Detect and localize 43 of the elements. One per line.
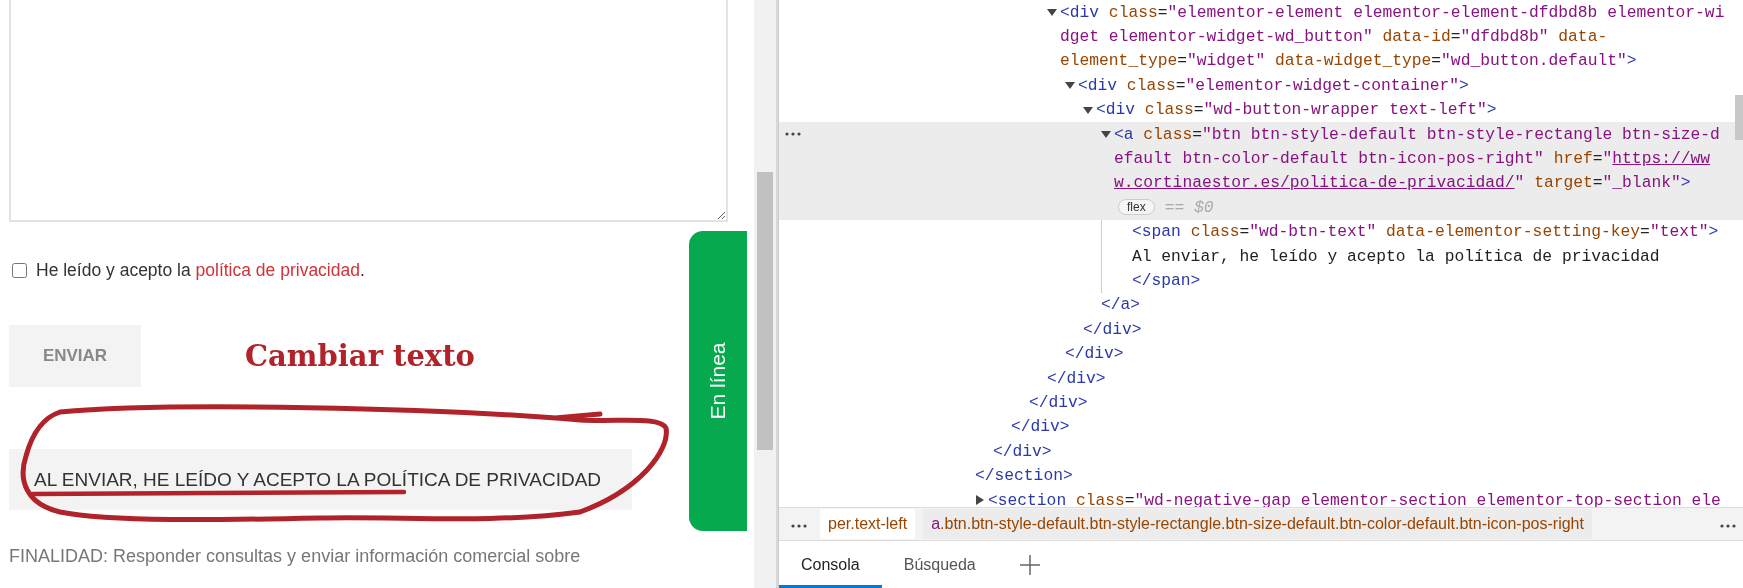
code-line: </div> <box>993 441 1052 461</box>
breadcrumb-item[interactable]: a.btn.btn-style-default.btn-style-rectangle.btn-size-default.btn-color-default.btn-icon-pos-right <box>923 509 1592 539</box>
code-line: dget elementor-widget-wd_button" data-id="dfdbd8b" data- <box>1060 27 1608 47</box>
more-icon[interactable] <box>1719 523 1737 529</box>
scrollbar-thumb[interactable] <box>757 172 773 450</box>
code-line: Al enviar, he leído y acepto la política de privacidad <box>1132 246 1660 266</box>
triangle-down-icon[interactable] <box>1101 129 1111 140</box>
code-line: </a> <box>1101 295 1141 315</box>
purpose-text: FINALIDAD: Responder consultas y enviar información comercial sobre <box>9 546 582 567</box>
consent-text: He leído y acepto la política de privacidad. <box>36 259 365 281</box>
scrollbar-thumb[interactable] <box>1735 95 1743 140</box>
code-line: <a class="btn btn-style-default btn-style-rectangle btn-size-d <box>1114 124 1720 144</box>
code-line: </div> <box>1047 368 1106 388</box>
code-line: <div class="elementor-element elementor-element-dfdbd8b elementor-wi <box>1060 2 1725 22</box>
triangle-down-icon[interactable] <box>1083 104 1093 115</box>
more-icon[interactable] <box>784 130 802 137</box>
code-line: </div> <box>1011 417 1070 437</box>
code-line: w.cortinaestor.es/politica-de-privacidad/" target="_blank"> <box>1114 173 1691 193</box>
code-line: </span> <box>1132 271 1201 290</box>
breadcrumb-item[interactable]: per.text-left <box>820 509 916 539</box>
code-line: </div> <box>1083 319 1142 339</box>
flex-badge[interactable]: flex <box>1118 199 1155 216</box>
triangle-down-icon[interactable] <box>1047 7 1057 18</box>
privacy-button[interactable]: AL ENVIAR, HE LEÍDO Y ACEPTO LA POLÍTICA DE PRIVACIDAD <box>9 449 632 510</box>
selected-marker-text: == $0 <box>1164 197 1214 217</box>
annotation-text: Cambiar texto <box>245 339 475 373</box>
privacy-link[interactable]: política de privacidad <box>195 259 360 280</box>
code-line: </div> <box>1065 344 1124 364</box>
code-line: </section> <box>975 466 1073 486</box>
code-line: </div> <box>1029 392 1088 412</box>
more-icon[interactable] <box>790 523 808 529</box>
add-tab-icon[interactable] <box>1019 554 1040 575</box>
code-line: <section class="wd-negative-gap elementor-section elementor-top-section ele <box>988 490 1721 507</box>
code-line: <span class="wd-btn-text" data-elementor-setting-key="text"> <box>1132 222 1719 242</box>
code-line: <div class="wd-button-wrapper text-left"> <box>1096 100 1497 120</box>
message-field[interactable] <box>9 0 728 222</box>
code-line: efault btn-color-default btn-icon-pos-right" href="https://ww <box>1114 149 1711 169</box>
triangle-down-icon[interactable] <box>1065 80 1075 91</box>
drawer-tab[interactable]: Búsqueda <box>881 541 998 588</box>
code-line: <div class="elementor-widget-container"> <box>1078 75 1469 95</box>
triangle-right-icon[interactable] <box>975 495 985 505</box>
code-line: element_type="widget" data-widget_type="wd_button.default"> <box>1060 51 1637 71</box>
checkbox[interactable] <box>12 262 27 278</box>
